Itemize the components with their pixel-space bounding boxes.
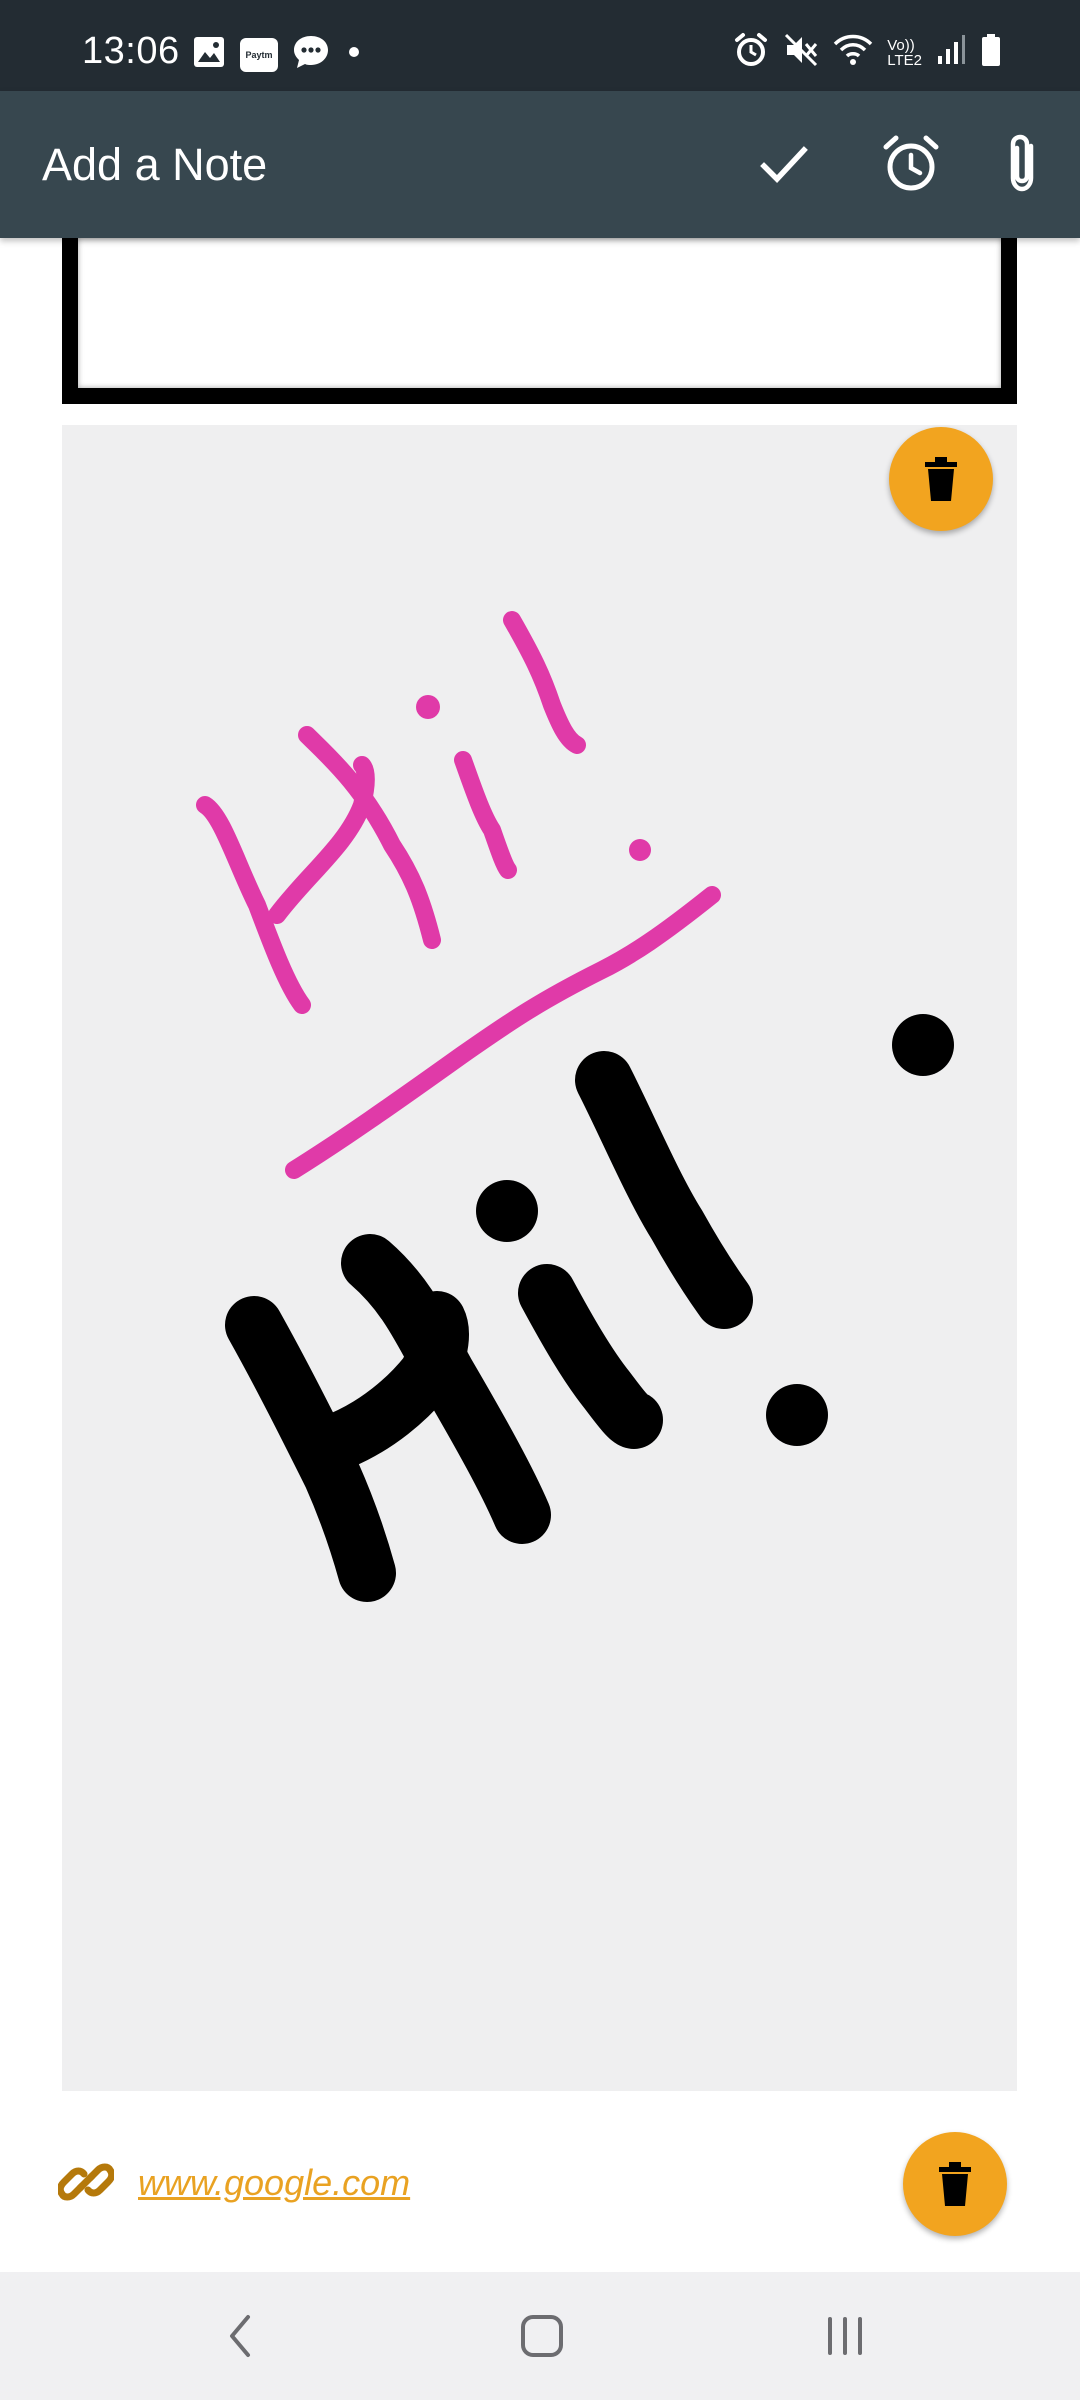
recents-button[interactable]: [800, 2296, 890, 2376]
status-left-icons: Paytm: [192, 34, 364, 75]
pink-i-stroke: [454, 751, 517, 879]
black-i-stroke: [518, 1264, 663, 1449]
save-button[interactable]: [742, 122, 826, 206]
status-time: 13:06: [82, 30, 180, 72]
black-dots: [476, 1014, 954, 1446]
home-icon: [521, 2315, 563, 2357]
wifi-icon: [833, 33, 873, 72]
alarm-clock-icon: [883, 135, 939, 191]
link-attachment: www.google.com: [0, 2100, 1080, 2260]
pink-dots: [416, 695, 651, 861]
black-exclaim-dot: [766, 1384, 828, 1446]
gallery-icon: [192, 35, 226, 74]
black-exclaim-stroke: [575, 1051, 753, 1329]
home-button[interactable]: [497, 2296, 587, 2376]
status-bar: 13:06 Paytm Vo)) LTE2: [0, 0, 1080, 91]
dot-icon: [344, 42, 364, 67]
black-h-cross-stroke: [313, 1291, 469, 1469]
attach-button[interactable]: [981, 122, 1065, 206]
pink-exclaim-dot: [629, 839, 651, 861]
pink-exclaim-stroke: [503, 611, 586, 754]
back-button[interactable]: [195, 2296, 285, 2376]
paperclip-icon: [1010, 134, 1034, 192]
volte-icon: Vo)) LTE2: [887, 38, 922, 68]
paytm-icon: Paytm: [240, 37, 278, 72]
mute-icon: [783, 32, 819, 73]
alarm-icon: [733, 32, 769, 73]
battery-icon: [980, 33, 1002, 72]
pink-i-dot: [416, 695, 440, 719]
previous-note-frame: [62, 238, 1017, 404]
volte-label-bottom: LTE2: [887, 51, 922, 69]
reminder-button[interactable]: [869, 122, 953, 206]
link-url[interactable]: www.google.com: [138, 2162, 410, 2204]
sketch-card[interactable]: [62, 425, 1017, 2091]
delete-sketch-button[interactable]: [889, 427, 993, 531]
previous-note-canvas: [78, 238, 1001, 388]
recents-icon: [828, 2317, 862, 2355]
page-title: Add a Note: [42, 139, 268, 190]
signal-icon: [936, 34, 966, 71]
black-extra-dot: [892, 1014, 954, 1076]
black-i-dot: [476, 1180, 538, 1242]
sketch-drawing: [196, 611, 954, 1602]
trash-icon: [939, 2162, 971, 2206]
link-icon: [58, 2163, 114, 2201]
volte-label-top: Vo)): [887, 36, 915, 54]
check-icon: [760, 146, 808, 183]
trash-icon: [925, 457, 957, 501]
app-bar: Add a Note: [0, 91, 1080, 238]
delete-link-button[interactable]: [903, 2132, 1007, 2236]
paytm-label: Paytm: [245, 49, 273, 60]
system-navigation-bar: [0, 2272, 1080, 2400]
back-icon: [230, 2315, 250, 2357]
status-right-icons: Vo)) LTE2: [733, 32, 1002, 73]
messages-icon: [292, 34, 330, 75]
